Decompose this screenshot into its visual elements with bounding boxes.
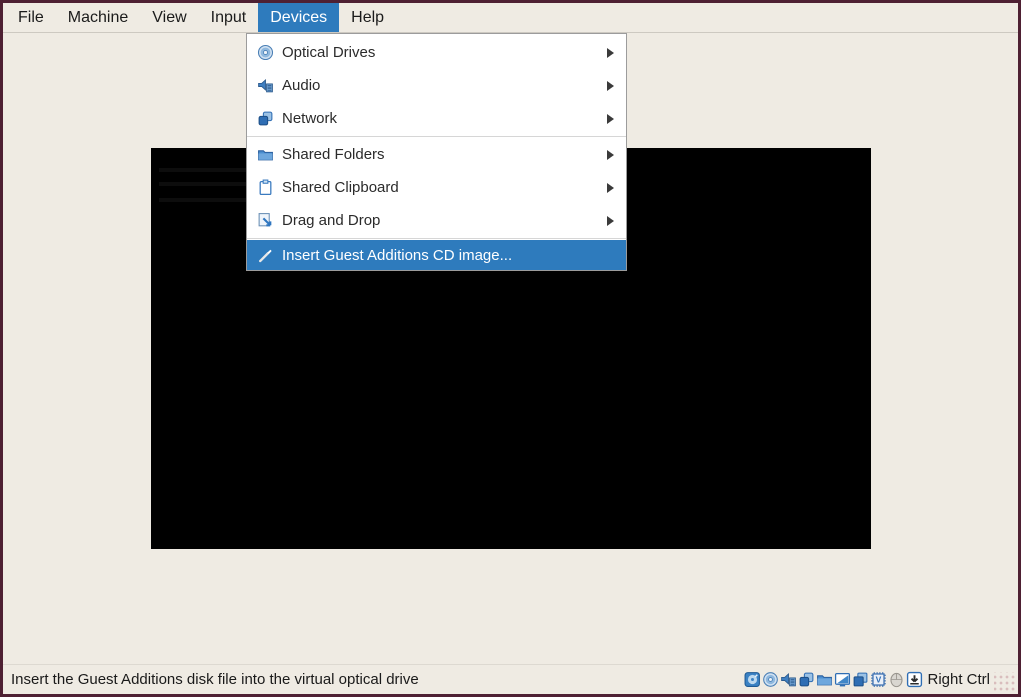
submenu-arrow-icon	[607, 80, 614, 91]
submenu-arrow-icon	[607, 149, 614, 160]
recording-icon[interactable]	[852, 671, 869, 688]
audio-icon[interactable]	[780, 671, 797, 688]
svg-text:V: V	[876, 675, 882, 685]
features-chip-icon[interactable]: V	[870, 671, 887, 688]
statusbar-indicators: V Right Ctrl	[743, 671, 990, 688]
menu-machine[interactable]: Machine	[56, 3, 140, 32]
menu-item-label: Shared Folders	[282, 146, 385, 163]
menu-item-shared-clipboard[interactable]: Shared Clipboard	[247, 171, 626, 204]
shared-folders-icon	[257, 146, 274, 163]
menu-devices[interactable]: Devices	[258, 3, 340, 32]
optical-drives-icon	[257, 44, 274, 61]
keyboard-icon[interactable]	[906, 671, 923, 688]
submenu-arrow-icon	[607, 47, 614, 58]
submenu-arrow-icon	[607, 182, 614, 193]
menu-item-label: Drag and Drop	[282, 212, 381, 229]
optical-drive-icon[interactable]	[762, 671, 779, 688]
submenu-arrow-icon	[607, 215, 614, 226]
audio-icon	[257, 77, 274, 94]
submenu-arrow-icon	[607, 113, 614, 124]
display-icon[interactable]	[834, 671, 851, 688]
menu-item-insert-guest-additions[interactable]: Insert Guest Additions CD image...	[247, 240, 626, 270]
shared-clipboard-icon	[257, 179, 274, 196]
menu-view[interactable]: View	[140, 3, 198, 32]
host-key-label: Right Ctrl	[927, 671, 990, 688]
menu-item-shared-folders[interactable]: Shared Folders	[247, 138, 626, 171]
devices-dropdown-menu: Optical Drives Audio Network Shared Fold…	[246, 33, 627, 271]
menu-input[interactable]: Input	[199, 3, 259, 32]
menu-item-label: Audio	[282, 77, 321, 94]
menu-help[interactable]: Help	[339, 3, 396, 32]
menu-item-network[interactable]: Network	[247, 102, 626, 135]
menu-file[interactable]: File	[6, 3, 56, 32]
menu-item-label: Network	[282, 110, 338, 127]
menu-item-label: Optical Drives	[282, 44, 376, 61]
statusbar-message: Insert the Guest Additions disk file int…	[11, 671, 419, 688]
network-icon[interactable]	[798, 671, 815, 688]
hard-disk-icon[interactable]	[744, 671, 761, 688]
insert-guest-additions-icon	[257, 247, 274, 264]
menu-separator	[247, 238, 626, 239]
menu-item-label: Shared Clipboard	[282, 179, 399, 196]
shared-folders-icon[interactable]	[816, 671, 833, 688]
menu-item-optical-drives[interactable]: Optical Drives	[247, 36, 626, 69]
resize-grip[interactable]	[994, 672, 1016, 692]
menu-item-drag-and-drop[interactable]: Drag and Drop	[247, 204, 626, 237]
menu-separator	[247, 136, 626, 137]
mouse-icon[interactable]	[888, 671, 905, 688]
drag-and-drop-icon	[257, 212, 274, 229]
vm-window: File Machine View Input Devices Help Opt…	[0, 0, 1021, 697]
network-icon	[257, 110, 274, 127]
menubar: File Machine View Input Devices Help	[3, 3, 1018, 33]
menu-item-label: Insert Guest Additions CD image...	[282, 246, 513, 264]
statusbar: Insert the Guest Additions disk file int…	[3, 664, 1018, 694]
menu-item-audio[interactable]: Audio	[247, 69, 626, 102]
